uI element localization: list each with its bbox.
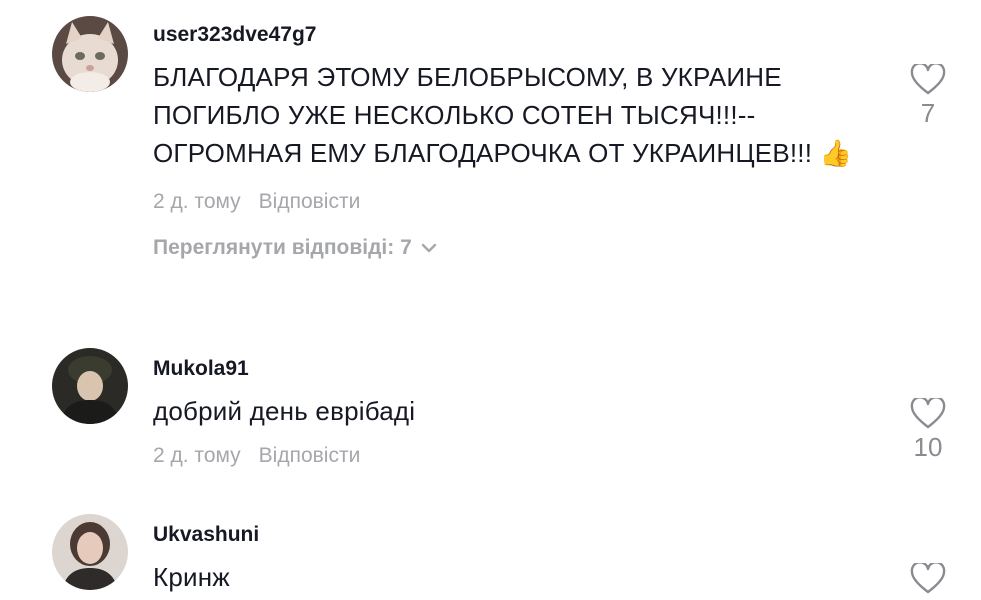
avatar[interactable] xyxy=(52,16,128,92)
like-count: 10 xyxy=(913,432,943,462)
comment-text: добрий день еврібаді xyxy=(153,396,416,426)
cat-avatar-icon xyxy=(52,16,128,92)
comment-meta: 2 д. тому Відповісти xyxy=(153,444,883,468)
comment-meta: 2 д. тому Відповісти xyxy=(153,190,883,214)
heart-icon[interactable] xyxy=(910,64,946,96)
comment-username[interactable]: user323dve47g7 xyxy=(153,22,883,48)
comment-time: 2 д. тому xyxy=(153,190,241,213)
comment-time: 2 д. тому xyxy=(153,444,241,467)
avatar[interactable] xyxy=(52,348,128,424)
view-replies-label: Переглянути відповіді: 7 xyxy=(153,236,412,259)
comment-username[interactable]: Ukvashuni xyxy=(153,522,883,548)
comment-username[interactable]: Mukola91 xyxy=(153,356,883,382)
like-area: 10 xyxy=(898,398,958,463)
reply-button[interactable]: Відповісти xyxy=(259,190,361,214)
heart-icon[interactable] xyxy=(910,398,946,430)
comment-text: Кринж xyxy=(153,562,230,592)
like-count: 7 xyxy=(920,98,936,128)
like-area xyxy=(898,563,958,595)
heart-icon[interactable] xyxy=(910,563,946,595)
view-replies-button[interactable]: Переглянути відповіді: 7 xyxy=(153,236,883,260)
person-avatar-icon xyxy=(52,514,128,590)
chevron-down-icon xyxy=(421,243,436,253)
avatar[interactable] xyxy=(52,514,128,590)
comment-text: БЛАГОДАРЯ ЭТОМУ БЕЛОБРЫСОМУ, В УКРАИНЕ П… xyxy=(153,62,853,168)
person-avatar-icon xyxy=(52,348,128,424)
reply-button[interactable]: Відповісти xyxy=(259,444,361,468)
like-area: 7 xyxy=(898,64,958,129)
